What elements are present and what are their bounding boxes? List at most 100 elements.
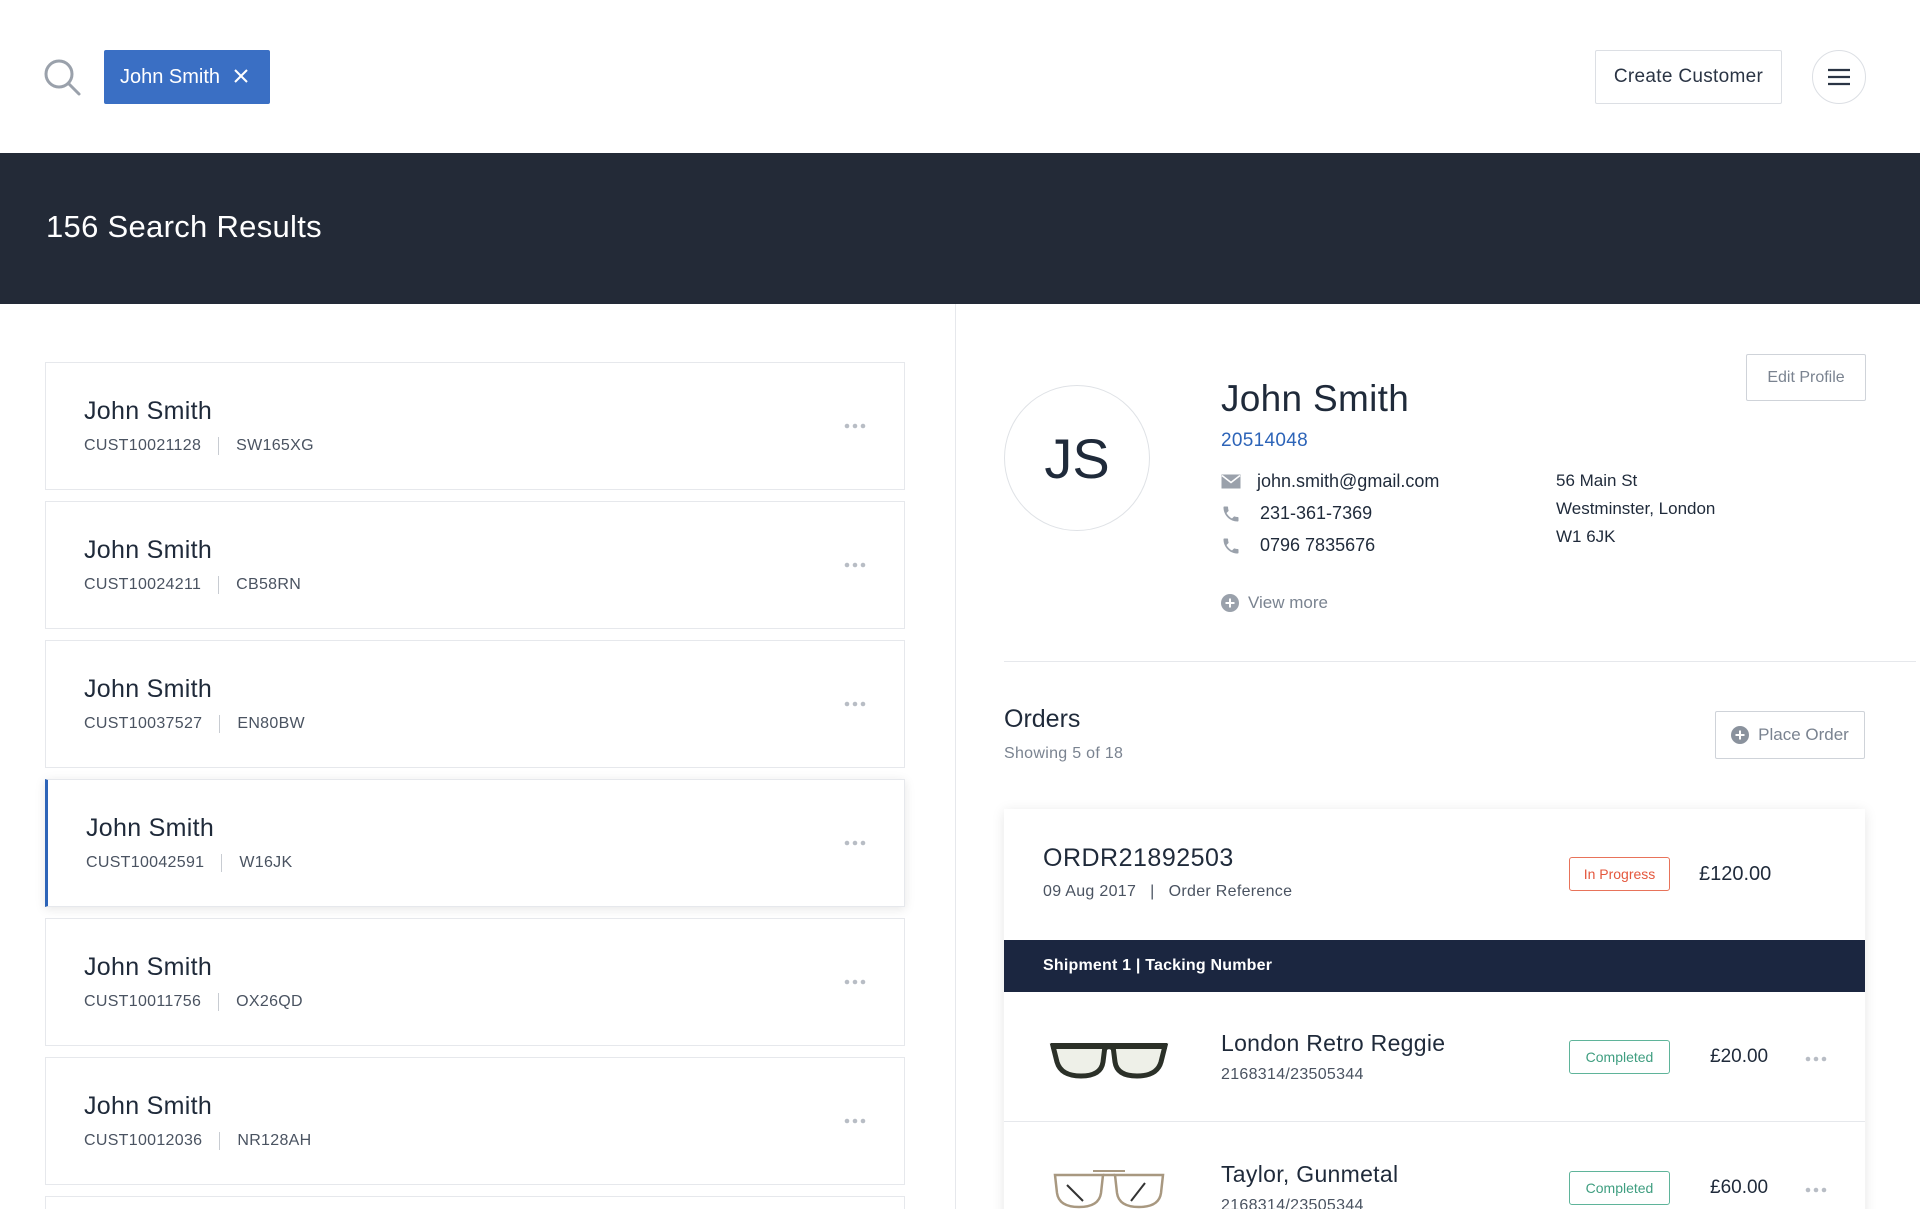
search-chip-label: John Smith — [120, 65, 221, 88]
phone-icon — [1223, 506, 1239, 521]
separator: | — [1150, 883, 1155, 900]
more-options-icon[interactable] — [1805, 1056, 1827, 1062]
email-row: john.smith@gmail.com — [1221, 471, 1439, 492]
phone-icon — [1223, 538, 1239, 553]
more-options-icon[interactable] — [844, 840, 866, 846]
search-icon[interactable] — [42, 57, 82, 97]
plus-circle-icon — [1731, 726, 1750, 744]
search-chip[interactable]: John Smith — [104, 50, 270, 104]
customer-postcode: W16JK — [239, 854, 293, 871]
item-name: London Retro Reggie — [1221, 1030, 1446, 1056]
create-customer-button[interactable]: Create Customer — [1595, 50, 1782, 104]
order-meta: 09 Aug 2017 | Order Reference — [1043, 883, 1292, 901]
place-order-label: Place Order — [1758, 725, 1849, 744]
order-date: 09 Aug 2017 — [1043, 883, 1137, 900]
customer-meta: CUST10021128 SW165XG — [84, 437, 314, 455]
more-options-icon[interactable] — [844, 1118, 866, 1124]
mail-icon — [1221, 474, 1241, 489]
customer-postcode: NR128AH — [237, 1132, 312, 1149]
status-badge: Completed — [1569, 1171, 1670, 1205]
customer-card[interactable]: John Smith CUST10037527 EN80BW — [45, 640, 905, 768]
profile-phone-secondary[interactable]: 0796 7835676 — [1260, 535, 1375, 556]
separator — [218, 576, 220, 594]
customer-card[interactable] — [45, 1196, 905, 1209]
customer-id: CUST10012036 — [84, 1132, 203, 1149]
status-badge: In Progress — [1569, 857, 1670, 891]
customer-postcode: CB58RN — [236, 576, 302, 593]
more-options-icon[interactable] — [844, 423, 866, 429]
customer-card[interactable]: John Smith CUST10011756 OX26QD — [45, 918, 905, 1046]
orders-count: Showing 5 of 18 — [1004, 745, 1124, 762]
menu-button[interactable] — [1812, 50, 1866, 104]
customer-postcode: SW165XG — [236, 437, 314, 454]
customer-name: John Smith — [84, 397, 213, 425]
customer-card[interactable]: John Smith CUST10021128 SW165XG — [45, 362, 905, 490]
separator — [218, 993, 220, 1011]
results-count-title: 156 Search Results — [46, 209, 322, 244]
more-options-icon[interactable] — [1805, 1187, 1827, 1193]
orders-title: Orders — [1004, 705, 1081, 733]
order-item-row[interactable]: Taylor, Gunmetal 2168314/23505344 Comple… — [1004, 1123, 1865, 1209]
section-divider — [1004, 661, 1916, 662]
place-order-button[interactable]: Place Order — [1715, 711, 1865, 759]
customer-card-selected[interactable]: John Smith CUST10042591 W16JK — [45, 779, 905, 907]
results-banner: 156 Search Results — [0, 153, 1920, 304]
more-options-icon[interactable] — [844, 562, 866, 568]
more-options-icon[interactable] — [844, 701, 866, 707]
customer-card[interactable]: John Smith CUST10024211 CB58RN — [45, 501, 905, 629]
wire-glasses-icon — [1053, 1170, 1165, 1209]
address-line: 56 Main St — [1556, 471, 1638, 490]
separator — [219, 715, 221, 733]
customer-meta: CUST10037527 EN80BW — [84, 715, 305, 733]
customer-meta: CUST10024211 CB58RN — [84, 576, 301, 594]
hamburger-icon — [1828, 68, 1850, 86]
customer-id: CUST10037527 — [84, 715, 203, 732]
customer-id: CUST10021128 — [84, 437, 202, 454]
phone-row: 0796 7835676 — [1221, 535, 1375, 556]
edit-profile-button[interactable]: Edit Profile — [1746, 354, 1866, 401]
customer-meta: CUST10012036 NR128AH — [84, 1132, 311, 1150]
close-icon[interactable] — [230, 65, 252, 87]
customer-name: John Smith — [84, 953, 213, 981]
separator — [219, 1132, 221, 1150]
profile-phone-primary[interactable]: 231-361-7369 — [1260, 503, 1372, 524]
customer-postcode: EN80BW — [237, 715, 305, 732]
profile-name: John Smith — [1221, 378, 1410, 419]
customer-meta: CUST10042591 W16JK — [86, 854, 292, 872]
customer-card[interactable]: John Smith CUST10012036 NR128AH — [45, 1057, 905, 1185]
order-reference: Order Reference — [1168, 883, 1293, 900]
view-more-link[interactable]: View more — [1221, 593, 1328, 613]
order-id: ORDR21892503 — [1043, 844, 1234, 872]
customer-id: CUST10042591 — [86, 854, 205, 871]
customer-name: John Smith — [84, 1092, 213, 1120]
view-more-label: View more — [1248, 593, 1328, 612]
customer-name: John Smith — [86, 814, 215, 842]
plus-circle-icon — [1221, 594, 1239, 612]
address-line: W1 6JK — [1556, 527, 1616, 546]
address-line: Westminster, London — [1556, 499, 1716, 518]
profile-id-link[interactable]: 20514048 — [1221, 430, 1308, 452]
item-price: £60.00 — [1710, 1177, 1769, 1198]
panel-divider — [955, 304, 956, 1209]
separator — [221, 854, 223, 872]
separator — [218, 437, 220, 455]
status-badge: Completed — [1569, 1040, 1670, 1074]
top-bar: John Smith Create Customer — [0, 0, 1920, 153]
order-item-row[interactable]: London Retro Reggie 2168314/23505344 Com… — [1004, 992, 1865, 1122]
customer-name: John Smith — [84, 675, 213, 703]
customer-name: John Smith — [84, 536, 213, 564]
customer-meta: CUST10011756 OX26QD — [84, 993, 303, 1011]
order-card[interactable]: ORDR21892503 09 Aug 2017 | Order Referen… — [1004, 809, 1865, 1209]
item-code: 2168314/23505344 — [1221, 1066, 1364, 1083]
item-name: Taylor, Gunmetal — [1221, 1161, 1399, 1187]
shipment-header: Shipment 1 | Tacking Number — [1004, 940, 1865, 992]
customer-id: CUST10011756 — [84, 993, 202, 1010]
item-price: £20.00 — [1710, 1046, 1769, 1067]
profile-email[interactable]: john.smith@gmail.com — [1257, 471, 1439, 492]
more-options-icon[interactable] — [844, 979, 866, 985]
item-code: 2168314/23505344 — [1221, 1197, 1364, 1209]
order-price: £120.00 — [1699, 863, 1772, 885]
customer-postcode: OX26QD — [236, 993, 303, 1010]
dark-glasses-icon — [1049, 1043, 1169, 1079]
customer-id: CUST10024211 — [84, 576, 202, 593]
